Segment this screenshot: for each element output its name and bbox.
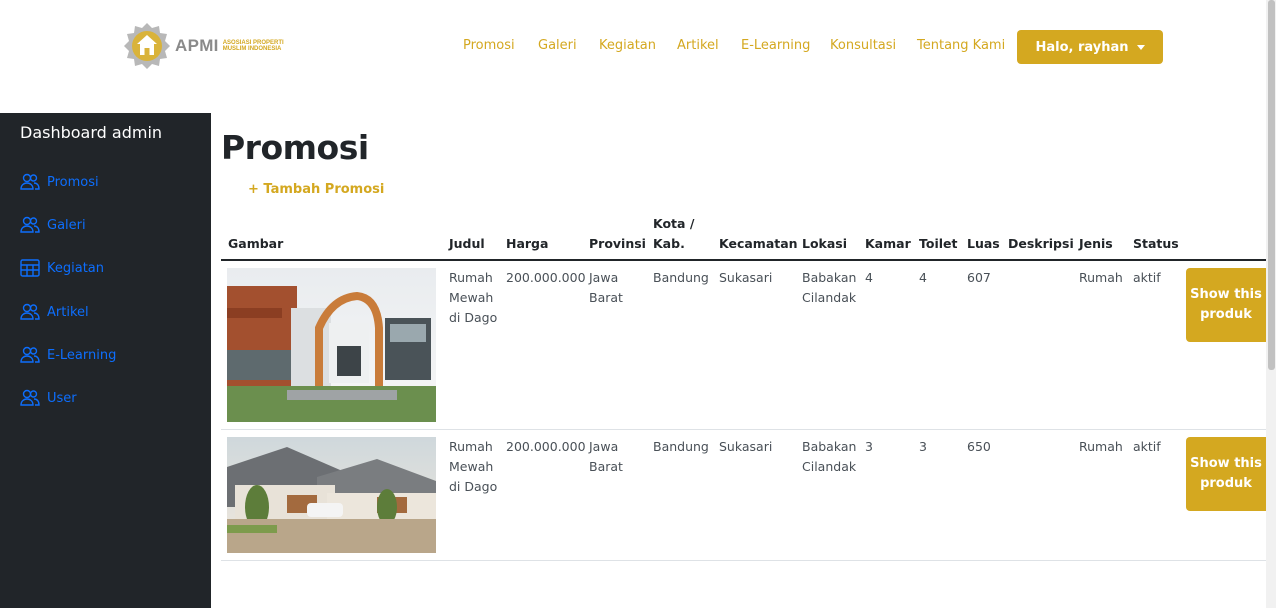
sidebar-item-promosi[interactable]: Promosi bbox=[20, 173, 99, 191]
column-header-toilet: Toilet bbox=[919, 236, 958, 251]
house-photo bbox=[227, 437, 436, 553]
column-header-luas: Luas bbox=[967, 236, 1000, 251]
page-scrollbar-thumb[interactable] bbox=[1268, 0, 1275, 370]
table-icon bbox=[20, 259, 40, 277]
cell-kamar: 4 bbox=[865, 270, 873, 285]
cell-provinsi: Jawa Barat bbox=[589, 439, 623, 474]
users-icon bbox=[20, 303, 40, 320]
column-header-status: Status bbox=[1133, 236, 1179, 251]
show-product-button[interactable]: Show this produk bbox=[1186, 437, 1266, 511]
column-header-gambar: Gambar bbox=[228, 236, 284, 251]
column-header-provinsi: Provinsi bbox=[589, 236, 646, 251]
user-menu-label: Halo, rayhan bbox=[1035, 39, 1129, 55]
cell-kota: Bandung bbox=[653, 270, 709, 285]
column-header-kota: Kota / Kab. bbox=[653, 216, 695, 251]
sidebar: Dashboard admin Promosi Galeri Kegiatan … bbox=[0, 113, 211, 608]
column-header-kamar: Kamar bbox=[865, 236, 911, 251]
sidebar-title: Dashboard admin bbox=[20, 123, 163, 142]
nav-link-konsultasi[interactable]: Konsultasi bbox=[830, 38, 896, 53]
sidebar-item-label: E-Learning bbox=[47, 347, 117, 363]
table-header-divider bbox=[221, 259, 1266, 261]
column-header-harga: Harga bbox=[506, 236, 549, 251]
cell-judul: Rumah Mewah di Dago bbox=[449, 270, 498, 325]
cell-lokasi: Babakan Cilandak bbox=[802, 270, 857, 305]
cell-judul: Rumah Mewah di Dago bbox=[449, 439, 498, 494]
nav-link-elearning[interactable]: E-Learning bbox=[741, 38, 810, 53]
users-icon bbox=[20, 216, 40, 233]
sidebar-item-user[interactable]: User bbox=[20, 389, 77, 407]
column-header-deskripsi: Deskripsi bbox=[1008, 236, 1074, 251]
cell-kota: Bandung bbox=[653, 439, 709, 454]
nav-link-promosi[interactable]: Promosi bbox=[463, 38, 515, 53]
brand-name: APMI bbox=[175, 36, 219, 55]
user-menu-button[interactable]: Halo, rayhan bbox=[1017, 30, 1163, 64]
nav-link-tentang-kami[interactable]: Tentang Kami bbox=[917, 38, 1005, 53]
cell-toilet: 3 bbox=[919, 439, 927, 454]
cell-kamar: 3 bbox=[865, 439, 873, 454]
cell-kecamatan: Sukasari bbox=[719, 439, 773, 454]
cell-status: aktif bbox=[1133, 270, 1161, 285]
house-photo bbox=[227, 268, 436, 422]
add-promosi-link[interactable]: + Tambah Promosi bbox=[248, 182, 384, 197]
cell-kecamatan: Sukasari bbox=[719, 270, 773, 285]
row-divider bbox=[221, 560, 1266, 561]
column-header-judul: Judul bbox=[449, 236, 485, 251]
sidebar-item-elearning[interactable]: E-Learning bbox=[20, 346, 116, 364]
page-title: Promosi bbox=[221, 128, 369, 167]
column-header-lokasi: Lokasi bbox=[802, 236, 848, 251]
users-icon bbox=[20, 389, 40, 406]
top-navbar: APMI ASOSIASI PROPERTI MUSLIM INDONESIA … bbox=[0, 0, 1266, 96]
cell-jenis: Rumah bbox=[1079, 270, 1123, 285]
cell-harga: 200.000.000 bbox=[506, 270, 586, 285]
sidebar-item-label: Promosi bbox=[47, 174, 99, 190]
nav-link-galeri[interactable]: Galeri bbox=[538, 38, 577, 53]
sidebar-item-label: User bbox=[47, 390, 77, 406]
product-image bbox=[227, 268, 436, 422]
row-divider bbox=[221, 429, 1266, 430]
apmi-logo-icon bbox=[124, 23, 170, 69]
sidebar-item-label: Kegiatan bbox=[47, 260, 105, 276]
sidebar-item-galeri[interactable]: Galeri bbox=[20, 216, 86, 234]
column-header-kecamatan: Kecamatan bbox=[719, 236, 798, 251]
nav-link-kegiatan[interactable]: Kegiatan bbox=[599, 38, 656, 53]
cell-lokasi: Babakan Cilandak bbox=[802, 439, 857, 474]
cell-status: aktif bbox=[1133, 439, 1161, 454]
users-icon bbox=[20, 346, 40, 363]
cell-jenis: Rumah bbox=[1079, 439, 1123, 454]
column-header-jenis: Jenis bbox=[1079, 236, 1113, 251]
product-image bbox=[227, 437, 436, 553]
sidebar-item-label: Galeri bbox=[47, 217, 86, 233]
cell-luas: 650 bbox=[967, 439, 991, 454]
brand-logo[interactable]: APMI ASOSIASI PROPERTI MUSLIM INDONESIA bbox=[122, 21, 284, 71]
cell-provinsi: Jawa Barat bbox=[589, 270, 623, 305]
brand-subtitle-line2: MUSLIM INDONESIA bbox=[222, 46, 282, 52]
show-product-button[interactable]: Show this produk bbox=[1186, 268, 1266, 342]
caret-down-icon bbox=[1136, 44, 1145, 50]
nav-link-artikel[interactable]: Artikel bbox=[677, 38, 719, 53]
brand-subtitle: ASOSIASI PROPERTI MUSLIM INDONESIA bbox=[223, 40, 284, 52]
sidebar-item-kegiatan[interactable]: Kegiatan bbox=[20, 259, 104, 277]
sidebar-item-artikel[interactable]: Artikel bbox=[20, 303, 89, 321]
cell-luas: 607 bbox=[967, 270, 991, 285]
cell-harga: 200.000.000 bbox=[506, 439, 586, 454]
users-icon bbox=[20, 173, 40, 190]
sidebar-item-label: Artikel bbox=[47, 304, 89, 320]
cell-toilet: 4 bbox=[919, 270, 927, 285]
